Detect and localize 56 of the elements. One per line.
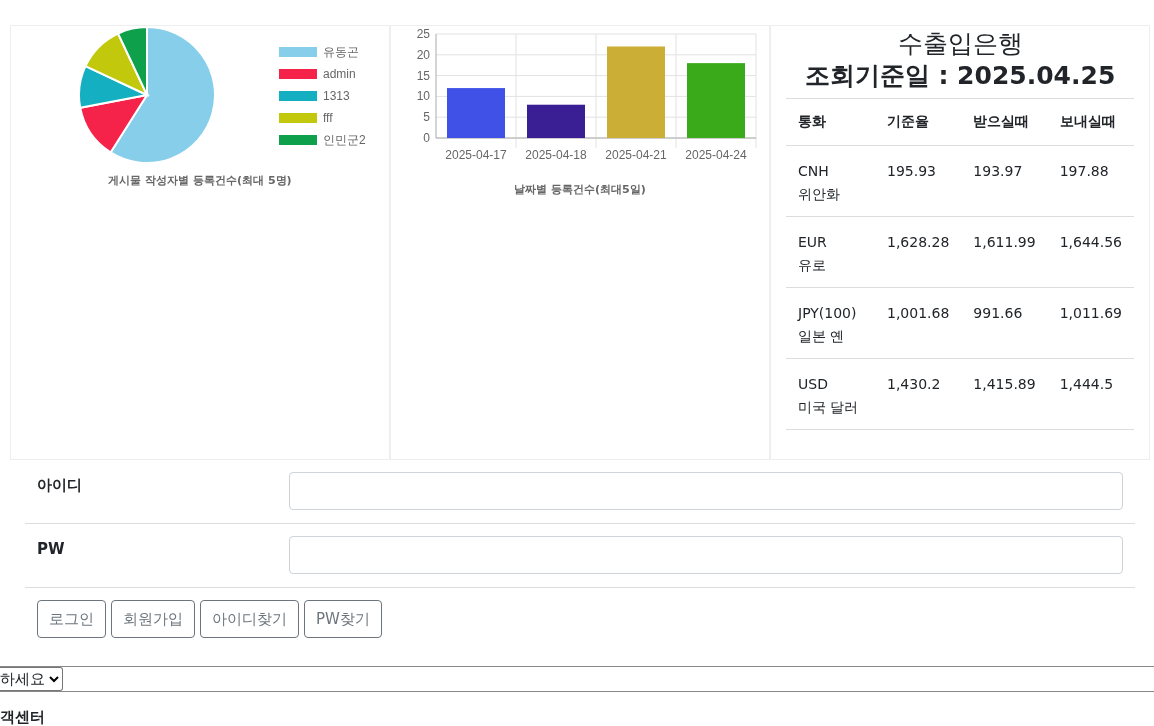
- table-cell: 991.66: [973, 305, 1023, 321]
- x-tick-label: 2025-04-18: [525, 148, 587, 162]
- legend-label: admin: [323, 67, 356, 81]
- field-label: 아이디: [37, 475, 83, 495]
- column-header: 통화: [786, 99, 875, 146]
- currency-code: USD: [798, 376, 828, 392]
- form-button[interactable]: PW찾기: [304, 600, 382, 638]
- form-button[interactable]: 로그인: [37, 600, 106, 638]
- currency-code: JPY(100): [798, 305, 857, 321]
- currency-name: 유로: [798, 257, 826, 273]
- input-field[interactable]: [289, 536, 1123, 574]
- currency-name: 일본 옌: [798, 328, 845, 344]
- currency-name: 위안화: [798, 186, 840, 202]
- column-header: 보내실때: [1047, 99, 1134, 146]
- y-tick-label: 20: [416, 47, 430, 62]
- table-cell: 1,415.89: [973, 376, 1036, 392]
- currency-code: CNH: [798, 163, 829, 179]
- section-heading: 객센터: [0, 708, 46, 726]
- x-tick-label: 2025-04-17: [445, 148, 507, 162]
- table-cell: 193.97: [973, 163, 1023, 179]
- column-header: 기준율: [874, 99, 962, 146]
- table-cell: 1,611.99: [973, 234, 1036, 250]
- x-tick-label: 2025-04-24: [685, 148, 747, 162]
- legend-label: fff: [323, 111, 333, 125]
- form-button[interactable]: 회원가입: [111, 600, 195, 638]
- currency-code: EUR: [798, 234, 827, 250]
- column-header: 받으실때: [961, 99, 1048, 146]
- legend-label: 인민군2: [323, 131, 366, 149]
- legend-label: 1313: [323, 89, 350, 103]
- y-tick-label: 0: [423, 131, 430, 145]
- table-cell: 1,644.56: [1059, 234, 1122, 250]
- table-cell: 1,430.2: [886, 376, 941, 392]
- table-cell: 1,011.69: [1059, 305, 1122, 321]
- bank-title: 수출입은행: [896, 28, 1024, 60]
- caret-icon: [49, 675, 59, 683]
- table-cell: 195.93: [886, 163, 936, 179]
- dropdown-select[interactable]: 하세요: [0, 667, 63, 691]
- field-label: PW: [37, 539, 66, 558]
- reference-date: 조회기준일 : 2025.04.25: [786, 60, 1134, 99]
- form-button[interactable]: 아이디찾기: [200, 600, 299, 638]
- bar: [447, 88, 505, 138]
- bar: [527, 104, 585, 138]
- input-field[interactable]: [289, 472, 1123, 510]
- table-cell: 1,628.28: [886, 234, 950, 250]
- currency-name: 미국 달러: [798, 399, 859, 415]
- chart-title: 날짜별 등록건수(최대5일): [513, 182, 647, 197]
- table-cell: 197.88: [1059, 163, 1109, 179]
- table-cell: 1,001.68: [886, 305, 950, 321]
- chart-caption: 게시물 작성자별 등록건수(최대 5명): [107, 173, 293, 188]
- table-cell: 1,444.5: [1059, 376, 1114, 392]
- x-tick-label: 2025-04-21: [605, 148, 667, 162]
- y-tick-label: 5: [423, 110, 430, 125]
- y-tick-label: 10: [416, 89, 430, 104]
- y-tick-label: 25: [416, 27, 430, 41]
- legend-label: 유동곤: [323, 43, 359, 61]
- y-tick-label: 15: [416, 68, 430, 83]
